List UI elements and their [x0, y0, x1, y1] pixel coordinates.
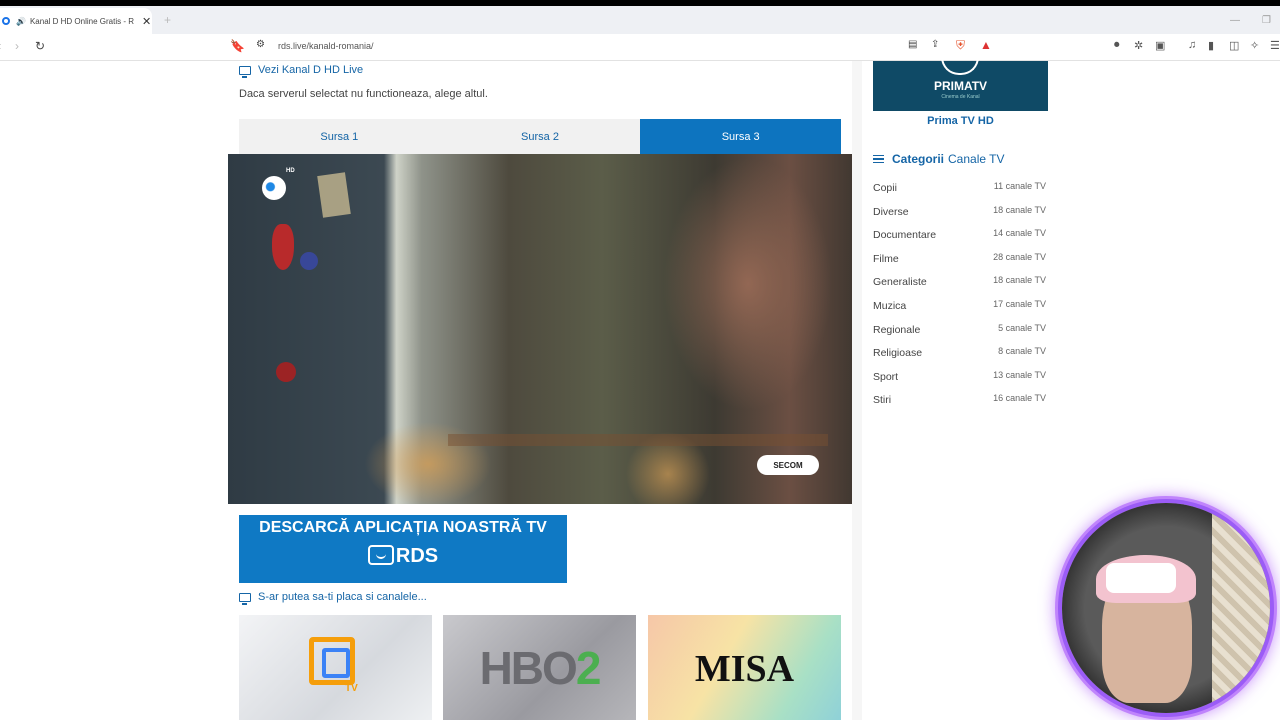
app-banner-brand: RDS [239, 545, 567, 568]
kanal-d-logo-icon [262, 176, 286, 200]
video-frame-detail [272, 224, 294, 270]
server-notice: Daca serverul selectat nu functioneaza, … [239, 88, 488, 100]
menu-icon[interactable]: ☰ [1270, 39, 1280, 52]
pu-tv-logo-text: TV [345, 683, 358, 694]
audio-playing-icon[interactable]: 🔊 [16, 17, 26, 26]
column-divider [852, 61, 862, 720]
category-filme[interactable]: Filme 28 canale TV [873, 248, 1048, 272]
wallet-icon[interactable]: ▣ [1155, 39, 1165, 52]
back-icon[interactable]: ‹ [0, 39, 1, 53]
address-bar[interactable]: 🔖 ⚙ rds.live/kanald-romania/ ▤ ⇪ ⛨ ▲ [226, 37, 1006, 58]
list-icon [873, 153, 884, 166]
category-muzica[interactable]: Muzica 17 canale TV [873, 295, 1048, 319]
categories-list: Copii 11 canale TV Diverse 18 canale TV Do… [873, 177, 1048, 413]
bookmark-icon[interactable]: 🔖 [230, 39, 245, 53]
category-generaliste[interactable]: Generaliste 18 canale TV [873, 271, 1048, 295]
category-sport[interactable]: Sport 13 canale TV [873, 366, 1048, 390]
video-frame-detail [317, 172, 351, 218]
suggested-title: S-ar putea sa-ti placa si canalele... [239, 591, 427, 605]
source-tab-3[interactable]: Sursa 3 [640, 119, 842, 154]
prima-tv-logo-text: PRIMATV [933, 79, 988, 93]
channel-hd-badge: HD [286, 168, 295, 174]
sidebar-toggle-icon[interactable]: ▮ [1208, 39, 1214, 52]
suggested-channels: TV HBO2 MISA [239, 615, 841, 720]
browser-tab[interactable]: 🔊 Kanal D HD Online Gratis - RDS ✕ [0, 8, 152, 34]
browser-tab-bar: 🔊 Kanal D HD Online Gratis - RDS ✕ + — ❐ [0, 6, 1280, 34]
category-religioase[interactable]: Religioase 8 canale TV [873, 342, 1048, 366]
app-banner-headline: DESCARCĂ APLICAȚIA NOASTRĂ TV [259, 519, 547, 536]
share-icon[interactable]: ⇪ [931, 39, 939, 50]
prima-tv-slogan: Cinema de Kanal [941, 94, 980, 100]
source-tab-1[interactable]: Sursa 1 [239, 119, 440, 154]
category-regionale[interactable]: Regionale 5 canale TV [873, 319, 1048, 343]
source-tab-2[interactable]: Sursa 2 [440, 119, 641, 154]
prima-tv-logo-icon [941, 57, 979, 75]
live-title: Vezi Kanal D HD Live [239, 64, 364, 78]
video-player[interactable]: HD SECOM [228, 154, 852, 504]
category-stiri[interactable]: Stiri 16 canale TV [873, 389, 1048, 413]
pu-tv-logo-icon [309, 637, 355, 685]
close-tab-icon[interactable]: ✕ [142, 15, 151, 28]
hbo2-logo: HBO2 [479, 642, 602, 694]
monitor-icon [239, 592, 251, 605]
tv-icon [367, 545, 394, 565]
video-frame-detail [448, 434, 828, 446]
media-icon[interactable]: ♫ [1188, 39, 1196, 51]
video-frame-detail [276, 362, 296, 382]
forward-icon[interactable]: › [15, 39, 19, 53]
new-tab-icon[interactable]: + [164, 13, 171, 27]
category-diverse[interactable]: Diverse 18 canale TV [873, 201, 1048, 225]
reader-mode-icon[interactable]: ▤ [908, 39, 917, 50]
tab-favicon-icon [2, 17, 10, 25]
category-documentare[interactable]: Documentare 14 canale TV [873, 224, 1048, 248]
tab-title: Kanal D HD Online Gratis - RDS [29, 16, 134, 26]
monitor-icon [239, 65, 251, 78]
reload-icon[interactable]: ↻ [35, 39, 45, 53]
source-tabs: Sursa 1 Sursa 2 Sursa 3 [239, 119, 842, 154]
site-settings-icon[interactable]: ⚙ [256, 39, 265, 50]
brave-shield-icon[interactable]: ⛨ [956, 38, 965, 53]
extension-icon[interactable]: ⏺ [1114, 39, 1120, 52]
categories-heading: Categorii Canale TV [873, 152, 1005, 166]
channel-card-pu-tv[interactable]: TV [239, 615, 432, 720]
vpn-icon[interactable]: ◫ [1229, 39, 1239, 52]
restore-icon[interactable]: ❐ [1262, 15, 1271, 26]
video-frame-detail [300, 252, 318, 270]
puzzle-extensions-icon[interactable]: ✲ [1134, 39, 1143, 52]
channel-card-hbo2[interactable]: HBO2 [443, 615, 636, 720]
app-download-banner[interactable]: DESCARCĂ APLICAȚIA NOASTRĂ TV RDS [239, 515, 567, 583]
prima-tv-thumbnail[interactable]: PRIMATV Cinema de Kanal [873, 57, 1048, 111]
live-title-text: Vezi Kanal D HD Live [258, 64, 364, 76]
url-text[interactable]: rds.live/kanald-romania/ [278, 41, 374, 51]
leo-ai-icon[interactable]: ✧ [1250, 39, 1259, 52]
webcam-background-detail [1212, 503, 1270, 713]
prima-tv-link[interactable]: Prima TV HD [873, 115, 1048, 127]
webcam-person-cap-front [1106, 563, 1176, 593]
minimize-icon[interactable]: — [1230, 15, 1240, 26]
category-copii[interactable]: Copii 11 canale TV [873, 177, 1048, 201]
browser-toolbar: ‹ › ↻ 🔖 ⚙ rds.live/kanald-romania/ ▤ ⇪ ⛨… [0, 34, 1280, 61]
sponsor-badge: SECOM [757, 455, 819, 475]
sidebar: PRIMATV Cinema de Kanal Prima TV HD Cate… [862, 57, 1060, 720]
main-content: Vezi Kanal D HD Live Daca serverul selec… [228, 61, 852, 720]
channel-card-misa[interactable]: MISA [648, 615, 841, 720]
misa-logo: MISA [694, 648, 795, 690]
webcam-overlay [1062, 503, 1270, 713]
brave-rewards-icon[interactable]: ▲ [980, 38, 992, 52]
suggested-title-text: S-ar putea sa-ti placa si canalele... [258, 591, 427, 603]
